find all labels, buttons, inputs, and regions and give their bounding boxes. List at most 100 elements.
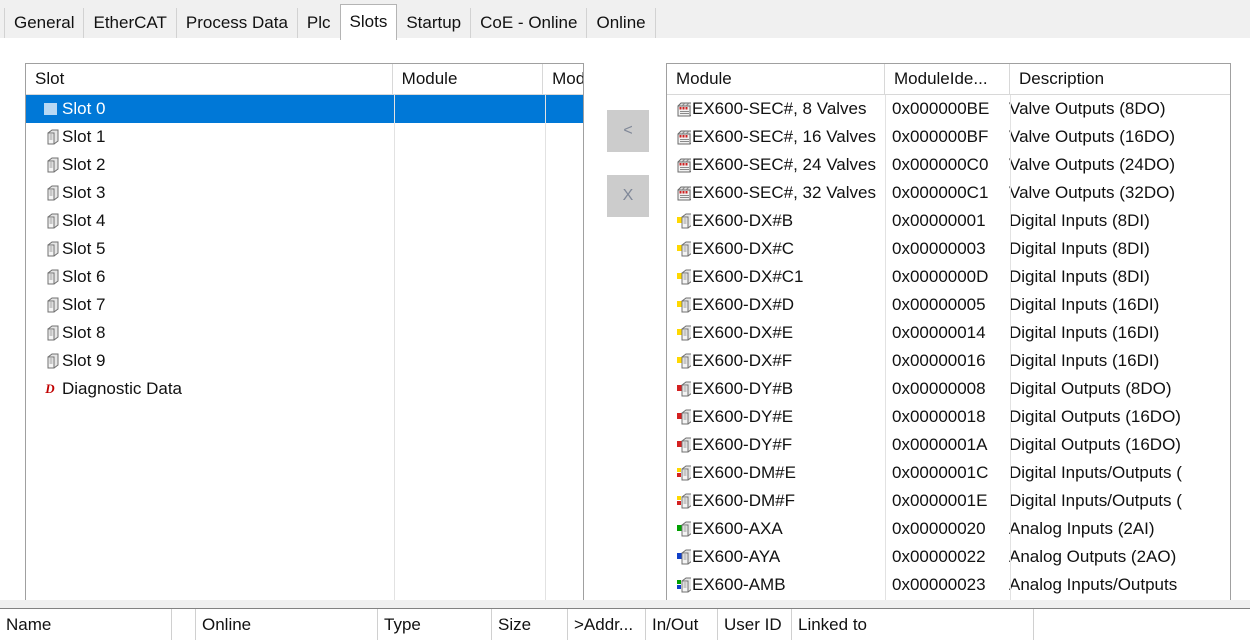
module-catalog-row[interactable]: EX600-DX#C1 0x0000000D Digital Inputs (8DI… — [667, 263, 1230, 291]
slot-row-label: Slot 0 — [62, 99, 106, 118]
module-catalog-row[interactable]: EX600-AXA 0x00000020 Analog Inputs (2AI) — [667, 515, 1230, 543]
module-row-description: Digital Outputs (8DO) — [1009, 379, 1172, 398]
grid-column-header-linked-to[interactable]: Linked to — [792, 609, 1034, 640]
module-catalog-rows[interactable]: EX600-SEC#, 8 Valves 0x000000BE Valve Outp… — [667, 95, 1230, 599]
module-catalog-row[interactable]: EX600-DX#F 0x00000016 Digital Inputs (16DI… — [667, 347, 1230, 375]
module-catalog-row[interactable]: EX600-SEC#, 32 Valves 0x000000C1 Valve Out… — [667, 179, 1230, 207]
module-catalog-row[interactable]: EX600-AYA 0x00000022 Analog Outputs (2AO) — [667, 543, 1230, 571]
slot-row-label: Slot 6 — [62, 267, 106, 286]
module-column-header-1[interactable]: Module — [667, 64, 885, 94]
module-catalog-row[interactable]: EX600-DM#F 0x0000001E Digital Inputs/Outpu… — [667, 487, 1230, 515]
module-inout-icon — [677, 465, 691, 481]
slot-row[interactable]: Slot 4 — [26, 207, 583, 235]
slot-row[interactable]: Slot 0 — [26, 95, 583, 123]
module-row-identifier: 0x000000C0 — [892, 155, 989, 174]
module-catalog-row[interactable]: EX600-AMB 0x00000023 Analog Inputs/Outputs — [667, 571, 1230, 599]
slot-row-label: Slot 9 — [62, 351, 106, 370]
panel-separator — [0, 600, 1250, 608]
module-row-description: Valve Outputs (32DO) — [1009, 183, 1175, 202]
grid-column-header-blank[interactable] — [172, 609, 196, 640]
tab-process-data[interactable]: Process Data — [175, 8, 298, 38]
module-catalog-row[interactable]: EX600-SEC#, 24 Valves 0x000000C0 Valve Out… — [667, 151, 1230, 179]
tab-general[interactable]: General — [4, 8, 85, 38]
module-row-identifier: 0x00000001 — [892, 211, 986, 230]
module-row-name: EX600-DX#E — [692, 323, 794, 342]
slot-row-icon — [26, 213, 62, 229]
module-catalog-panel[interactable]: Module ModuleIde... Description EX600-SEC#… — [666, 63, 1231, 608]
module-row-name: EX600-SEC#, 8 Valves — [692, 99, 867, 118]
module-row-identifier: 0x00000005 — [892, 295, 986, 314]
module-column-separator-1[interactable] — [885, 95, 886, 607]
module-row-identifier: 0x00000022 — [892, 547, 986, 566]
slot-row[interactable]: Slot 9 — [26, 347, 583, 375]
tab-plc[interactable]: Plc — [296, 8, 341, 38]
module-catalog-row[interactable]: EX600-DY#E 0x00000018 Digital Outputs (16D… — [667, 403, 1230, 431]
slot-row[interactable]: Slot 2 — [26, 151, 583, 179]
slot-row-label: Slot 1 — [62, 127, 106, 146]
module-row-name: EX600-DY#F — [692, 435, 793, 454]
slot-row-label: Slot 5 — [62, 239, 106, 258]
module-catalog-row[interactable]: EX600-DX#D 0x00000005 Digital Inputs (16DI… — [667, 291, 1230, 319]
slot-list-panel[interactable]: Slot Module Mod Slot 0 Slot 1 Slot 2 Slot 3 Sl… — [25, 63, 584, 608]
grid-column-header-type[interactable]: Type — [378, 609, 492, 640]
slot-list-rows[interactable]: Slot 0 Slot 1 Slot 2 Slot 3 Slot 4 Slot 5 Slot… — [26, 95, 583, 403]
tab-slots[interactable]: Slots — [339, 4, 398, 40]
slot-row[interactable]: Slot 8 — [26, 319, 583, 347]
module-column-header-2[interactable]: ModuleIde... — [885, 64, 1010, 94]
slot-row-icon — [26, 353, 62, 369]
module-row-description: Valve Outputs (16DO) — [1009, 127, 1175, 146]
grid-column-header-size[interactable]: Size — [492, 609, 568, 640]
slot-column-separator-1[interactable] — [394, 95, 395, 607]
remove-module-button[interactable]: X — [607, 175, 649, 217]
slot-column-header-3[interactable]: Mod — [543, 64, 583, 94]
slot-row[interactable]: Slot 5 — [26, 235, 583, 263]
module-catalog-row[interactable]: EX600-DY#F 0x0000001A Digital Outputs (16D… — [667, 431, 1230, 459]
slot-row[interactable]: Slot 1 — [26, 123, 583, 151]
module-output-icon — [677, 437, 691, 453]
module-row-identifier: 0x0000001C — [892, 463, 989, 482]
module-row-description: Valve Outputs (8DO) — [1009, 99, 1166, 118]
module-row-name: EX600-DM#E — [692, 463, 796, 482]
grid-column-header-in-out[interactable]: In/Out — [646, 609, 718, 640]
slot-column-separator-2[interactable] — [545, 95, 546, 607]
module-row-description: Analog Inputs/Outputs — [1009, 575, 1178, 594]
grid-column-header-user-id[interactable]: User ID — [718, 609, 792, 640]
module-catalog-row[interactable]: EX600-DX#E 0x00000014 Digital Inputs (16DI… — [667, 319, 1230, 347]
module-row-description: Digital Inputs (8DI) — [1009, 211, 1150, 230]
slot-row[interactable]: Slot 3 — [26, 179, 583, 207]
grid-column-header-online[interactable]: Online — [196, 609, 378, 640]
module-row-description: Digital Inputs (8DI) — [1009, 267, 1150, 286]
module-catalog-row[interactable]: EX600-DM#E 0x0000001C Digital Inputs/Outpu… — [667, 459, 1230, 487]
module-catalog-row[interactable]: EX600-DY#B 0x00000008 Digital Outputs (8DO… — [667, 375, 1230, 403]
move-module-to-slot-button[interactable]: < — [607, 110, 649, 152]
module-catalog-row[interactable]: EX600-DX#C 0x00000003 Digital Inputs (8DI) — [667, 235, 1230, 263]
module-row-name: EX600-DX#B — [692, 211, 794, 230]
module-catalog-row[interactable]: EX600-SEC#, 8 Valves 0x000000BE Valve Outp… — [667, 95, 1230, 123]
slot-row[interactable]: Slot 7 — [26, 291, 583, 319]
slot-column-header-1[interactable]: Slot — [26, 64, 393, 94]
slot-row-icon — [26, 129, 62, 145]
slot-row[interactable]: D Diagnostic Data — [26, 375, 583, 403]
tab-online[interactable]: Online — [586, 8, 656, 38]
module-box-icon — [43, 157, 59, 173]
grid-column-header-name[interactable]: Name — [0, 609, 172, 640]
module-analog-in-icon — [677, 521, 691, 537]
module-column-separator-2[interactable] — [1010, 95, 1011, 607]
module-catalog-row[interactable]: EX600-SEC#, 16 Valves 0x000000BF Valve Out… — [667, 123, 1230, 151]
tab-coe-online[interactable]: CoE - Online — [470, 8, 588, 38]
slot-row-icon — [26, 297, 62, 313]
module-row-name: EX600-DX#D — [692, 295, 795, 314]
module-column-header-3[interactable]: Description — [1010, 64, 1230, 94]
slot-list-header-row: Slot Module Mod — [26, 64, 583, 95]
module-catalog-row[interactable]: EX600-DX#B 0x00000001 Digital Inputs (8DI) — [667, 207, 1230, 235]
module-row-name: EX600-SEC#, 24 Valves — [692, 155, 876, 174]
module-row-description: Digital Outputs (16DO) — [1009, 435, 1181, 454]
slot-row[interactable]: Slot 6 — [26, 263, 583, 291]
slot-column-header-2[interactable]: Module — [393, 64, 544, 94]
module-analog-inout-icon — [677, 577, 691, 593]
tab-startup[interactable]: Startup — [396, 8, 472, 38]
module-row-identifier: 0x000000BE — [892, 99, 990, 118]
grid-column-header-addr[interactable]: >Addr... — [568, 609, 646, 640]
slot-row-icon — [26, 185, 62, 201]
tab-ethercat[interactable]: EtherCAT — [83, 8, 177, 38]
